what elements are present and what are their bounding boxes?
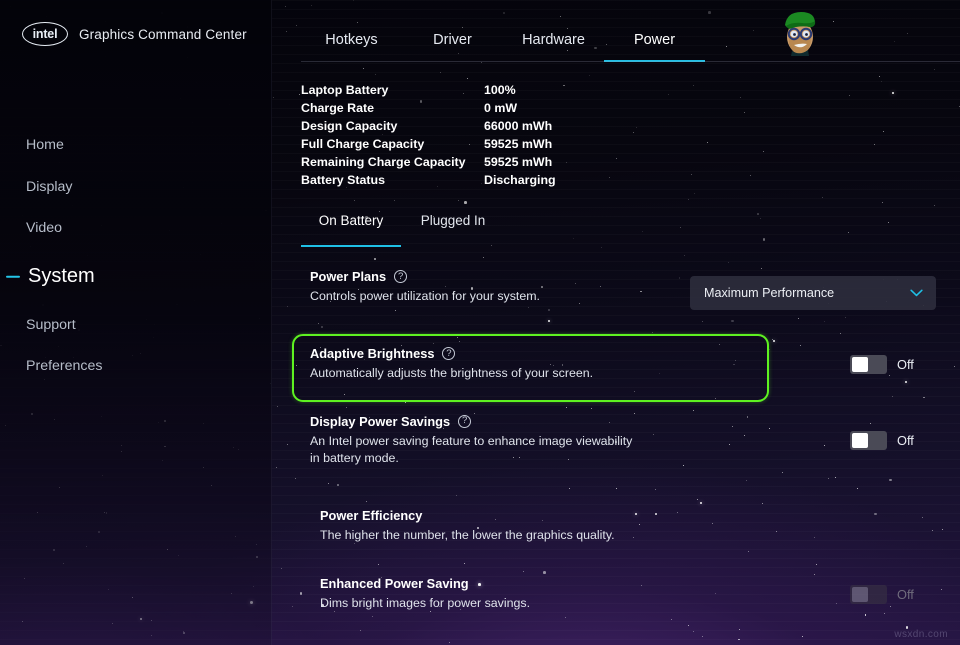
display-power-savings-toggle-group: Off — [850, 431, 938, 450]
setting-title: Display Power Savings — [310, 414, 450, 429]
battery-value: 59525 mWh — [484, 137, 552, 151]
sidebar-item-home[interactable]: Home — [0, 124, 271, 165]
setting-text: Adaptive Brightness ? Automatically adju… — [310, 346, 850, 382]
toggle-state-label: Off — [897, 357, 914, 372]
adaptive-brightness-toggle[interactable] — [850, 355, 887, 374]
user-avatar[interactable] — [774, 6, 826, 58]
battery-value: Discharging — [484, 173, 556, 187]
tab-label: Hotkeys — [325, 32, 377, 48]
battery-value: 66000 mWh — [484, 119, 552, 133]
help-icon[interactable]: ? — [458, 415, 471, 428]
sub-tab-bar: On Battery Plugged In — [301, 213, 960, 247]
sidebar: intel Graphics Command Center Home Displ… — [0, 0, 272, 645]
setting-description: Automatically adjusts the brightness of … — [310, 365, 640, 382]
setting-row-display-power-savings: Display Power Savings ? An Intel power s… — [272, 409, 960, 471]
sidebar-item-support[interactable]: Support — [0, 304, 271, 345]
setting-row-power-efficiency: Power Efficiency The higher the number, … — [272, 503, 960, 549]
battery-row: Full Charge Capacity 59525 mWh — [301, 135, 960, 153]
intel-logo: intel — [22, 22, 68, 46]
dropdown-selected-value: Maximum Performance — [704, 286, 834, 300]
subtab-label: On Battery — [319, 213, 384, 228]
help-icon[interactable]: ? — [442, 347, 455, 360]
setting-title: Power Efficiency — [320, 508, 422, 523]
help-icon[interactable]: ? — [394, 270, 407, 283]
avatar-image — [774, 6, 826, 58]
battery-value: 100% — [484, 83, 516, 97]
sidebar-item-label: Display — [26, 179, 73, 195]
subtab-label: Plugged In — [421, 213, 486, 228]
adaptive-brightness-toggle-group: Off — [850, 355, 938, 374]
sidebar-item-video[interactable]: Video — [0, 207, 271, 248]
tab-power[interactable]: Power — [604, 32, 705, 62]
battery-row: Laptop Battery 100% — [301, 81, 960, 99]
subtab-plugged-in[interactable]: Plugged In — [403, 213, 503, 247]
display-power-savings-toggle[interactable] — [850, 431, 887, 450]
setting-title: Adaptive Brightness — [310, 346, 434, 361]
sidebar-item-label: Video — [26, 220, 62, 236]
toggle-knob — [852, 433, 868, 448]
battery-label: Battery Status — [301, 173, 484, 187]
active-subtab-underline — [301, 245, 401, 248]
tab-bar: Hotkeys Driver Hardware Power — [272, 0, 960, 62]
brand-header: intel Graphics Command Center — [0, 0, 271, 46]
battery-value: 59525 mWh — [484, 155, 552, 169]
setting-title: Enhanced Power Saving — [320, 576, 469, 591]
setting-text: Enhanced Power Saving Dims bright images… — [320, 576, 850, 612]
setting-description: Controls power utilization for your syst… — [310, 288, 640, 305]
battery-label: Remaining Charge Capacity — [301, 155, 484, 169]
tab-hardware[interactable]: Hardware — [503, 32, 604, 62]
setting-row-enhanced-power-saving: Enhanced Power Saving Dims bright images… — [272, 571, 960, 617]
battery-info-table: Laptop Battery 100% Charge Rate 0 mW Des… — [301, 81, 960, 189]
tab-label: Power — [634, 32, 675, 48]
watermark-text: wsxdn.com — [894, 629, 948, 640]
main-content: Hotkeys Driver Hardware Power — [272, 0, 960, 645]
setting-description: The higher the number, the lower the gra… — [320, 527, 720, 544]
battery-value: 0 mW — [484, 101, 517, 115]
active-indicator-dash — [6, 275, 20, 277]
battery-label: Laptop Battery — [301, 83, 484, 97]
chevron-down-icon — [910, 289, 923, 297]
setting-text: Power Efficiency The higher the number, … — [320, 508, 938, 544]
sidebar-item-label: Home — [26, 137, 64, 153]
enhanced-power-saving-toggle-group: Off — [850, 585, 938, 604]
toggle-state-label: Off — [897, 433, 914, 448]
battery-label: Design Capacity — [301, 119, 484, 133]
tab-label: Hardware — [522, 32, 585, 48]
battery-label: Charge Rate — [301, 101, 484, 115]
sidebar-item-label: System — [28, 265, 95, 288]
sidebar-item-display[interactable]: Display — [0, 166, 271, 207]
tab-divider — [301, 61, 960, 62]
setting-description: An Intel power saving feature to enhance… — [310, 433, 640, 467]
sidebar-item-system[interactable]: System — [0, 256, 271, 297]
battery-row: Design Capacity 66000 mWh — [301, 117, 960, 135]
sidebar-item-label: Support — [26, 317, 76, 333]
toggle-knob — [852, 357, 868, 372]
app-window: intel Graphics Command Center Home Displ… — [0, 0, 960, 645]
tab-label: Driver — [433, 32, 472, 48]
sidebar-item-preferences[interactable]: Preferences — [0, 345, 271, 386]
sidebar-nav: Home Display Video System Support Prefer… — [0, 124, 271, 386]
battery-row: Charge Rate 0 mW — [301, 99, 960, 117]
setting-text: Display Power Savings ? An Intel power s… — [310, 414, 850, 467]
battery-row: Battery Status Discharging — [301, 171, 960, 189]
battery-row: Remaining Charge Capacity 59525 mWh — [301, 153, 960, 171]
power-plans-dropdown[interactable]: Maximum Performance — [690, 276, 936, 310]
battery-label: Full Charge Capacity — [301, 137, 484, 151]
toggle-knob — [852, 587, 868, 602]
setting-row-adaptive-brightness: Adaptive Brightness ? Automatically adju… — [272, 339, 960, 389]
setting-description: Dims bright images for power savings. — [320, 595, 650, 612]
toggle-state-label: Off — [897, 587, 914, 602]
setting-title: Power Plans — [310, 269, 386, 284]
sidebar-item-label: Preferences — [26, 358, 103, 374]
app-title: Graphics Command Center — [79, 27, 247, 42]
tab-hotkeys[interactable]: Hotkeys — [301, 32, 402, 62]
enhanced-power-saving-toggle — [850, 585, 887, 604]
tab-driver[interactable]: Driver — [402, 32, 503, 62]
subtab-on-battery[interactable]: On Battery — [301, 213, 401, 247]
